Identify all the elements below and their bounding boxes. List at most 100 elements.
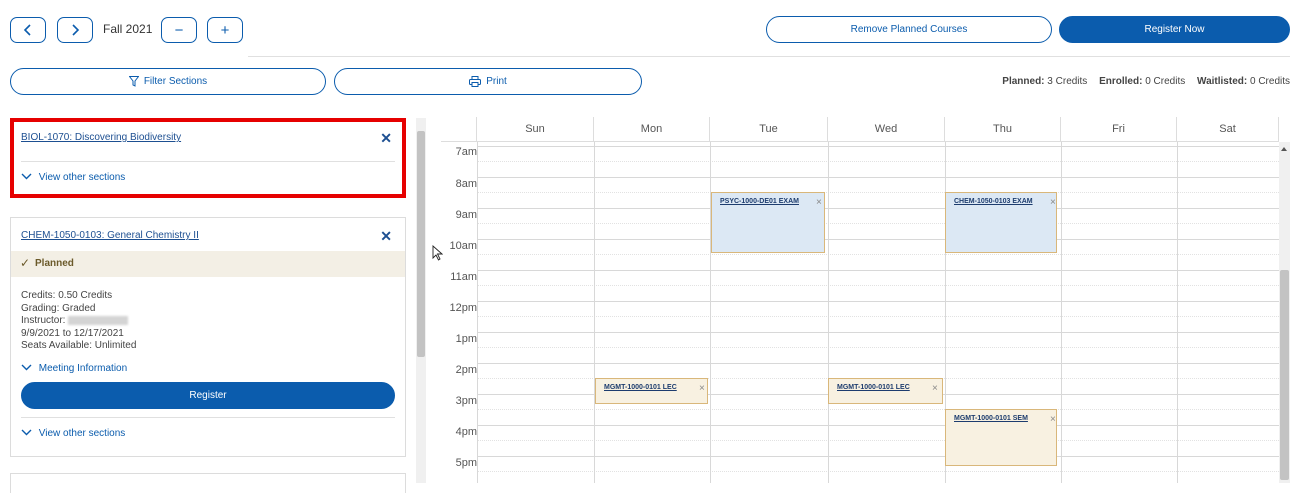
- hour-line: [477, 363, 1279, 364]
- chevron-left-icon: [23, 24, 31, 36]
- hour-line: [477, 239, 1279, 240]
- meeting-information-label: Meeting Information: [38, 363, 128, 374]
- chevron-down-icon: [21, 173, 32, 180]
- hour-line: [477, 208, 1279, 209]
- print-button[interactable]: Print: [334, 68, 642, 95]
- half-hour-line: [477, 161, 1279, 162]
- day-header-mon: Mon: [594, 117, 710, 142]
- planned-status-bar: ✓ Planned: [11, 251, 405, 277]
- calendar-event[interactable]: MGMT-1000-0101 LEC ×: [595, 378, 708, 404]
- remove-event-icon[interactable]: ×: [1050, 197, 1056, 208]
- next-term-button[interactable]: [57, 17, 93, 43]
- time-label: 12pm: [449, 302, 477, 314]
- printer-icon: [469, 76, 482, 87]
- zoom-out-button[interactable]: −: [161, 17, 197, 43]
- time-label: 2pm: [455, 364, 477, 376]
- chevron-down-icon: [21, 364, 32, 371]
- hour-line: [477, 146, 1279, 147]
- planned-value: 3 Credits: [1047, 76, 1088, 87]
- previous-term-button[interactable]: [10, 17, 46, 43]
- register-button[interactable]: Register: [21, 382, 395, 409]
- remove-event-icon[interactable]: ×: [1050, 414, 1056, 425]
- time-label: 1pm: [455, 333, 477, 345]
- calendar-event[interactable]: CHEM-1050-0103 EXAM ×: [945, 192, 1057, 253]
- view-other-sections-label: View other sections: [38, 428, 126, 439]
- remove-event-icon[interactable]: ×: [699, 383, 705, 394]
- view-other-sections-link[interactable]: View other sections: [21, 172, 125, 183]
- card-divider: [21, 417, 395, 418]
- event-label: MGMT-1000-0101 LEC: [604, 384, 677, 391]
- card-divider: [21, 161, 395, 162]
- scroll-up-arrow-icon[interactable]: [1281, 147, 1287, 151]
- time-label: 5pm: [455, 457, 477, 469]
- remove-event-icon[interactable]: ×: [816, 197, 822, 208]
- event-label: MGMT-1000-0101 SEM: [954, 415, 1028, 422]
- half-hour-line: [477, 409, 1279, 410]
- half-hour-line: [477, 192, 1279, 193]
- day-header-thu: Thu: [945, 117, 1061, 142]
- time-label: 7am: [455, 146, 477, 158]
- meeting-information-toggle[interactable]: Meeting Information: [21, 363, 127, 374]
- course-details: Credits: 0.50 Credits Grading: Graded In…: [21, 290, 136, 353]
- day-separator: [828, 142, 829, 483]
- event-label: MGMT-1000-0101 LEC: [837, 384, 910, 391]
- chevron-down-icon: [21, 429, 32, 436]
- hour-line: [477, 177, 1279, 178]
- calendar-event[interactable]: MGMT-1000-0101 LEC ×: [828, 378, 943, 404]
- planned-label: Planned:: [1002, 76, 1045, 87]
- half-hour-line: [477, 254, 1279, 255]
- half-hour-line: [477, 440, 1279, 441]
- view-other-sections-label: View other sections: [38, 172, 126, 183]
- register-now-button[interactable]: Register Now: [1059, 16, 1290, 43]
- calendar-grid: Sun Mon Tue Wed Thu Fri Sat 7am 8am 9am …: [441, 117, 1279, 483]
- time-label: 10am: [449, 240, 477, 252]
- filter-sections-button[interactable]: Filter Sections: [10, 68, 326, 95]
- day-separator: [477, 142, 478, 483]
- calendar-event[interactable]: MGMT-1000-0101 SEM ×: [945, 409, 1057, 466]
- hour-line: [477, 456, 1279, 457]
- event-label: CHEM-1050-0103 EXAM: [954, 198, 1033, 205]
- remove-planned-courses-label: Remove Planned Courses: [850, 24, 968, 35]
- course-title-link[interactable]: BIOL-1070: Discovering Biodiversity: [21, 132, 181, 143]
- hour-line: [477, 425, 1279, 426]
- zoom-in-button[interactable]: +: [207, 17, 243, 43]
- instructor-text: Instructor:: [21, 315, 136, 328]
- time-label: 3pm: [455, 395, 477, 407]
- calendar-event[interactable]: PSYC-1000-DE01 EXAM ×: [711, 192, 825, 253]
- day-separator: [594, 142, 595, 483]
- view-other-sections-link[interactable]: View other sections: [21, 428, 125, 439]
- grading-text: Grading: Graded: [21, 302, 96, 314]
- toolbar-divider: [248, 56, 1290, 57]
- credits-text: Credits: 0.50 Credits: [21, 290, 113, 301]
- remove-event-icon[interactable]: ×: [932, 383, 938, 394]
- remove-planned-courses-button[interactable]: Remove Planned Courses: [766, 16, 1052, 43]
- remove-course-button[interactable]: ✕: [380, 130, 392, 147]
- day-header-tue: Tue: [710, 117, 828, 142]
- course-title-link[interactable]: CHEM-1050-0103: General Chemistry II: [21, 230, 199, 241]
- time-label: 11am: [450, 271, 477, 283]
- enrolled-value: 0 Credits: [1145, 76, 1186, 87]
- day-header-sat: Sat: [1177, 117, 1279, 142]
- hour-line: [477, 270, 1279, 271]
- time-column-header: [441, 117, 477, 142]
- half-hour-line: [477, 347, 1279, 348]
- waitlisted-value: 0 Credits: [1249, 76, 1290, 87]
- filter-sections-label: Filter Sections: [143, 76, 208, 87]
- print-label: Print: [486, 76, 507, 87]
- chevron-right-icon: [72, 24, 80, 36]
- register-label: Register: [189, 390, 227, 401]
- waitlisted-label: Waitlisted:: [1197, 76, 1248, 87]
- event-label: PSYC-1000-DE01 EXAM: [720, 198, 799, 205]
- check-icon: ✓: [20, 256, 31, 270]
- redacted-instructor: [68, 316, 129, 326]
- calendar-scrollbar[interactable]: [1279, 142, 1290, 483]
- course-list-scrollbar[interactable]: [416, 118, 426, 483]
- scrollbar-thumb[interactable]: [1280, 270, 1289, 480]
- half-hour-line: [477, 223, 1279, 224]
- scrollbar-thumb[interactable]: [417, 131, 425, 357]
- hour-line: [477, 301, 1279, 302]
- remove-course-button[interactable]: ✕: [380, 228, 392, 245]
- register-now-label: Register Now: [1144, 24, 1205, 35]
- course-card-biol-1070: BIOL-1070: Discovering Biodiversity ✕ Vi…: [10, 118, 406, 198]
- time-label: 8am: [455, 178, 477, 190]
